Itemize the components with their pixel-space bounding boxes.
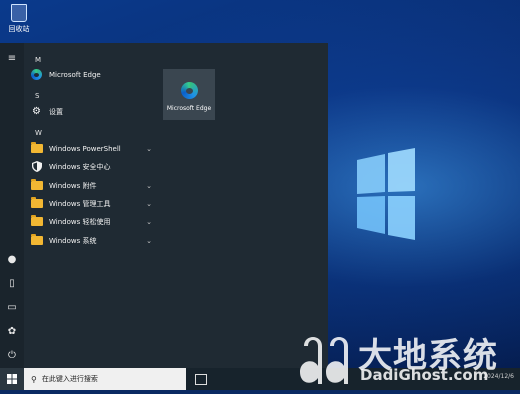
app-label: Microsoft Edge bbox=[49, 70, 101, 79]
taskbar-search-box[interactable]: ⚲ 在此键入进行搜索 bbox=[24, 368, 186, 390]
folder-icon bbox=[30, 179, 43, 190]
document-icon[interactable]: ▯ bbox=[5, 277, 19, 291]
section-letter-s[interactable]: S bbox=[35, 92, 39, 100]
app-windows-ease-of-access[interactable]: Windows 轻松使用 ⌄ bbox=[30, 213, 156, 230]
watermark: 大地系统 DadiGhost.com bbox=[296, 326, 516, 388]
app-settings[interactable]: ⚙ 设置 bbox=[30, 103, 156, 120]
chevron-down-icon: ⌄ bbox=[146, 199, 152, 208]
task-view-icon[interactable] bbox=[195, 374, 207, 385]
hamburger-icon[interactable]: ≡ bbox=[5, 52, 19, 66]
pictures-icon[interactable]: ▭ bbox=[5, 301, 19, 315]
section-letter-w[interactable]: W bbox=[35, 129, 42, 137]
watermark-logo-icon bbox=[300, 337, 348, 384]
gear-icon: ⚙ bbox=[32, 106, 41, 117]
windows-icon bbox=[7, 374, 17, 384]
search-placeholder: 在此键入进行搜索 bbox=[41, 375, 98, 383]
app-windows-accessories[interactable]: Windows 附件 ⌄ bbox=[30, 177, 156, 194]
folder-icon bbox=[30, 215, 43, 226]
recycle-bin-label: 回收站 bbox=[8, 25, 30, 33]
app-microsoft-edge[interactable]: Microsoft Edge bbox=[30, 66, 156, 83]
start-menu: ≡ ● ▯ ▭ ✿ ⏻ M Microsoft Edge S ⚙ 设置 W Wi… bbox=[0, 43, 328, 368]
folder-icon bbox=[30, 197, 43, 208]
tile-microsoft-edge[interactable]: Microsoft Edge bbox=[163, 69, 215, 120]
folder-icon bbox=[30, 234, 43, 245]
edge-icon bbox=[180, 82, 198, 99]
app-label: 设置 bbox=[49, 107, 63, 116]
app-label: Windows 安全中心 bbox=[49, 162, 111, 171]
watermark-en-text: DadiGhost.com bbox=[360, 366, 489, 384]
app-windows-system[interactable]: Windows 系统 ⌄ bbox=[30, 232, 156, 249]
settings-icon[interactable]: ✿ bbox=[5, 325, 19, 339]
trash-icon bbox=[11, 4, 27, 22]
app-label: Windows 附件 bbox=[49, 181, 97, 190]
app-label: Windows PowerShell bbox=[49, 144, 121, 153]
app-label: Windows 轻松使用 bbox=[49, 217, 111, 226]
chevron-down-icon: ⌄ bbox=[146, 236, 152, 245]
shield-icon bbox=[30, 160, 43, 173]
app-windows-security[interactable]: Windows 安全中心 bbox=[30, 158, 156, 175]
power-icon[interactable]: ⏻ bbox=[5, 349, 19, 363]
app-label: Windows 管理工具 bbox=[49, 199, 111, 208]
start-button[interactable] bbox=[0, 368, 24, 390]
folder-icon bbox=[30, 142, 43, 153]
start-menu-rail: ≡ ● ▯ ▭ ✿ ⏻ bbox=[0, 43, 24, 368]
search-icon: ⚲ bbox=[31, 374, 37, 384]
tile-label: Microsoft Edge bbox=[166, 105, 212, 112]
edge-icon bbox=[31, 69, 42, 80]
windows-logo-wallpaper bbox=[357, 148, 415, 240]
app-label: Windows 系统 bbox=[49, 236, 97, 245]
user-icon[interactable]: ● bbox=[5, 253, 19, 267]
chevron-down-icon: ⌄ bbox=[146, 181, 152, 190]
app-windows-powershell[interactable]: Windows PowerShell ⌄ bbox=[30, 140, 156, 157]
chevron-down-icon: ⌄ bbox=[146, 217, 152, 226]
chevron-down-icon: ⌄ bbox=[146, 144, 152, 153]
app-windows-admin-tools[interactable]: Windows 管理工具 ⌄ bbox=[30, 195, 156, 212]
section-letter-m[interactable]: M bbox=[35, 56, 41, 64]
recycle-bin-icon[interactable]: 回收站 bbox=[6, 4, 32, 34]
